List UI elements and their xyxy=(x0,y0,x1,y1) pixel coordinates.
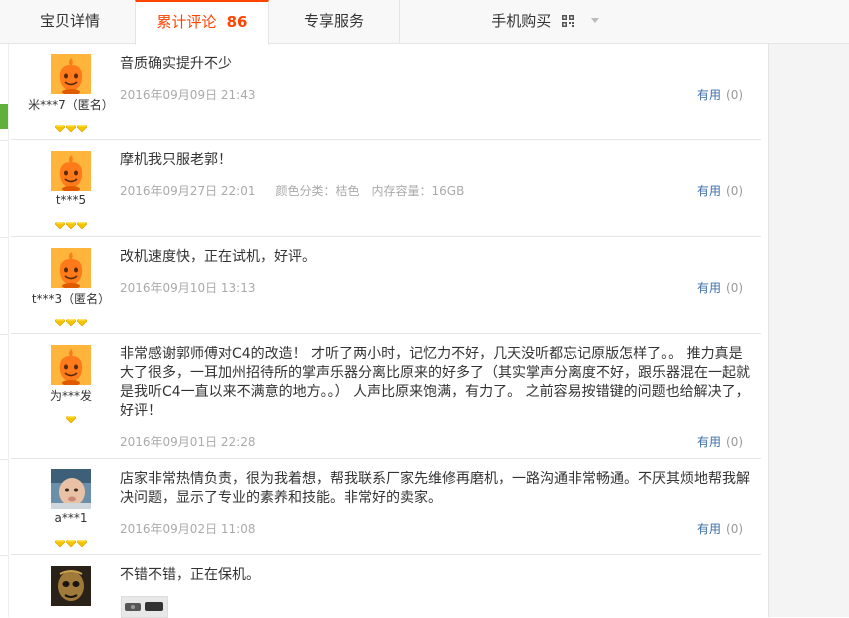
review-content: 音质确实提升不少 xyxy=(120,56,232,72)
chevron-down-icon xyxy=(590,18,599,23)
review-meta: 2016年09月02日 11:08 xyxy=(120,520,255,537)
review-meta: 2016年09月01日 22:28 xyxy=(120,433,255,450)
tab-label: 宝贝详情 xyxy=(39,12,100,30)
review-item: t***3（匿名） 改机速度快，正在试机，好评。 2016年09月10日 13:… xyxy=(11,237,761,334)
useful-button[interactable]: 有用 (0) xyxy=(697,433,743,450)
diamond-icon xyxy=(66,222,76,229)
diamond-icon xyxy=(55,125,65,132)
review-item: 为***发 非常感谢郭师傅对C4的改造！ 才听了两小时，记忆力不好，几天没听都忘… xyxy=(11,334,761,459)
diamond-icon xyxy=(66,125,76,132)
left-rail xyxy=(0,44,9,617)
review-date: 2016年09月27日 22:01 xyxy=(120,184,256,198)
diamond-icon xyxy=(66,540,76,547)
sku-storage: 内存容量：16GB xyxy=(371,184,465,198)
review-date: 2016年09月09日 21:43 xyxy=(120,88,256,102)
diamond-icon xyxy=(55,540,65,547)
reviewer-name: 米***7（匿名） xyxy=(28,98,114,112)
reviewer-level-badges xyxy=(11,117,131,136)
diamond-icon xyxy=(66,416,76,423)
right-side-panel xyxy=(768,44,849,617)
useful-count: (0) xyxy=(726,435,744,449)
tab-reviews[interactable]: 累计评论 86 xyxy=(135,0,269,45)
review-content: 改机速度快，正在试机，好评。 xyxy=(120,249,316,265)
useful-label[interactable]: 有用 xyxy=(697,435,721,449)
review-content: 不错不错，正在保机。 xyxy=(120,567,260,583)
diamond-icon xyxy=(55,319,65,326)
avatar[interactable] xyxy=(51,566,91,606)
reviewer-name: t***3（匿名） xyxy=(31,292,111,306)
tab-mobile-buy[interactable]: 手机购买 xyxy=(400,0,690,44)
tab-item-details[interactable]: 宝贝详情 xyxy=(0,0,141,44)
useful-label[interactable]: 有用 xyxy=(697,522,721,536)
review-item: 米***7（匿名） 音质确实提升不少 2016年09月09日 21:43 有用 (… xyxy=(11,44,761,140)
reviewer-level-badges xyxy=(11,214,131,233)
avatar[interactable] xyxy=(51,248,91,288)
useful-button[interactable]: 有用 (0) xyxy=(697,182,743,199)
review-content: 摩机我只服老郭！ xyxy=(120,152,232,168)
useful-button[interactable]: 有用 (0) xyxy=(697,86,743,103)
qr-code-icon xyxy=(562,1,574,27)
useful-button[interactable]: 有用 (0) xyxy=(697,520,743,537)
left-rail-divider xyxy=(0,459,8,460)
left-rail-divider xyxy=(0,237,8,238)
avatar[interactable] xyxy=(51,54,91,94)
diamond-icon xyxy=(66,319,76,326)
useful-label[interactable]: 有用 xyxy=(697,184,721,198)
review-date: 2016年09月02日 11:08 xyxy=(120,522,256,536)
reviewer-name: t***5 xyxy=(55,193,87,207)
review-item: a***1 店家非常热情负责，很为我着想，帮我联系厂家先维修再磨机，一路沟通非常… xyxy=(11,459,761,555)
review-content: 非常感谢郭师傅对C4的改造！ 才听了两小时，记忆力不好，几天没听都忘记原版怎样了… xyxy=(120,346,750,419)
reviewer-level-badges xyxy=(11,311,131,330)
diamond-icon xyxy=(55,222,65,229)
avatar[interactable] xyxy=(51,345,91,385)
review-photo-thumbnail[interactable] xyxy=(121,596,168,618)
useful-count: (0) xyxy=(726,522,744,536)
review-meta: 2016年09月27日 22:01 颜色分类：桔色 内存容量：16GB xyxy=(120,182,464,199)
useful-count: (0) xyxy=(726,184,744,198)
sku-color: 颜色分类：桔色 xyxy=(275,184,360,198)
review-date: 2016年09月01日 22:28 xyxy=(120,435,256,449)
diamond-icon xyxy=(77,319,87,326)
tab-bar: 宝贝详情 累计评论 86 专享服务 手机购买 xyxy=(0,0,849,45)
diamond-icon xyxy=(77,540,87,547)
useful-count: (0) xyxy=(726,88,744,102)
tab-label: 专享服务 xyxy=(303,12,364,30)
review-meta: 2016年09月09日 21:43 xyxy=(120,86,255,103)
useful-button[interactable]: 有用 (0) xyxy=(697,279,743,296)
left-rail-divider xyxy=(0,140,8,141)
reviewer-name: a***1 xyxy=(54,511,88,525)
review-item: t***5 摩机我只服老郭！ 2016年09月27日 22:01 颜色分类：桔色内… xyxy=(11,140,761,237)
reviewer-level-badges xyxy=(11,532,131,551)
diamond-icon xyxy=(77,222,87,229)
tab-label: 累计评论 xyxy=(156,13,217,31)
avatar[interactable] xyxy=(51,151,91,191)
left-rail-marker xyxy=(0,104,8,129)
review-meta: 2016年09月10日 13:13 xyxy=(120,279,255,296)
review-item: 不错不错，正在保机。 xyxy=(11,555,761,618)
avatar[interactable] xyxy=(51,469,91,509)
diamond-icon xyxy=(77,125,87,132)
left-rail-divider xyxy=(0,334,8,335)
tab-label: 手机购买 xyxy=(491,12,552,30)
reviewer-level-badges xyxy=(11,408,131,427)
review-count: 86 xyxy=(226,13,248,31)
reviewer-name: 为***发 xyxy=(49,389,92,403)
review-content: 店家非常热情负责，很为我着想，帮我联系厂家先维修再磨机，一路沟通非常畅通。不厌其… xyxy=(120,471,750,506)
useful-count: (0) xyxy=(726,281,744,295)
useful-label[interactable]: 有用 xyxy=(697,281,721,295)
useful-label[interactable]: 有用 xyxy=(697,88,721,102)
review-date: 2016年09月10日 13:13 xyxy=(120,281,256,295)
tab-services[interactable]: 专享服务 xyxy=(269,0,400,44)
left-rail-divider xyxy=(0,555,8,556)
